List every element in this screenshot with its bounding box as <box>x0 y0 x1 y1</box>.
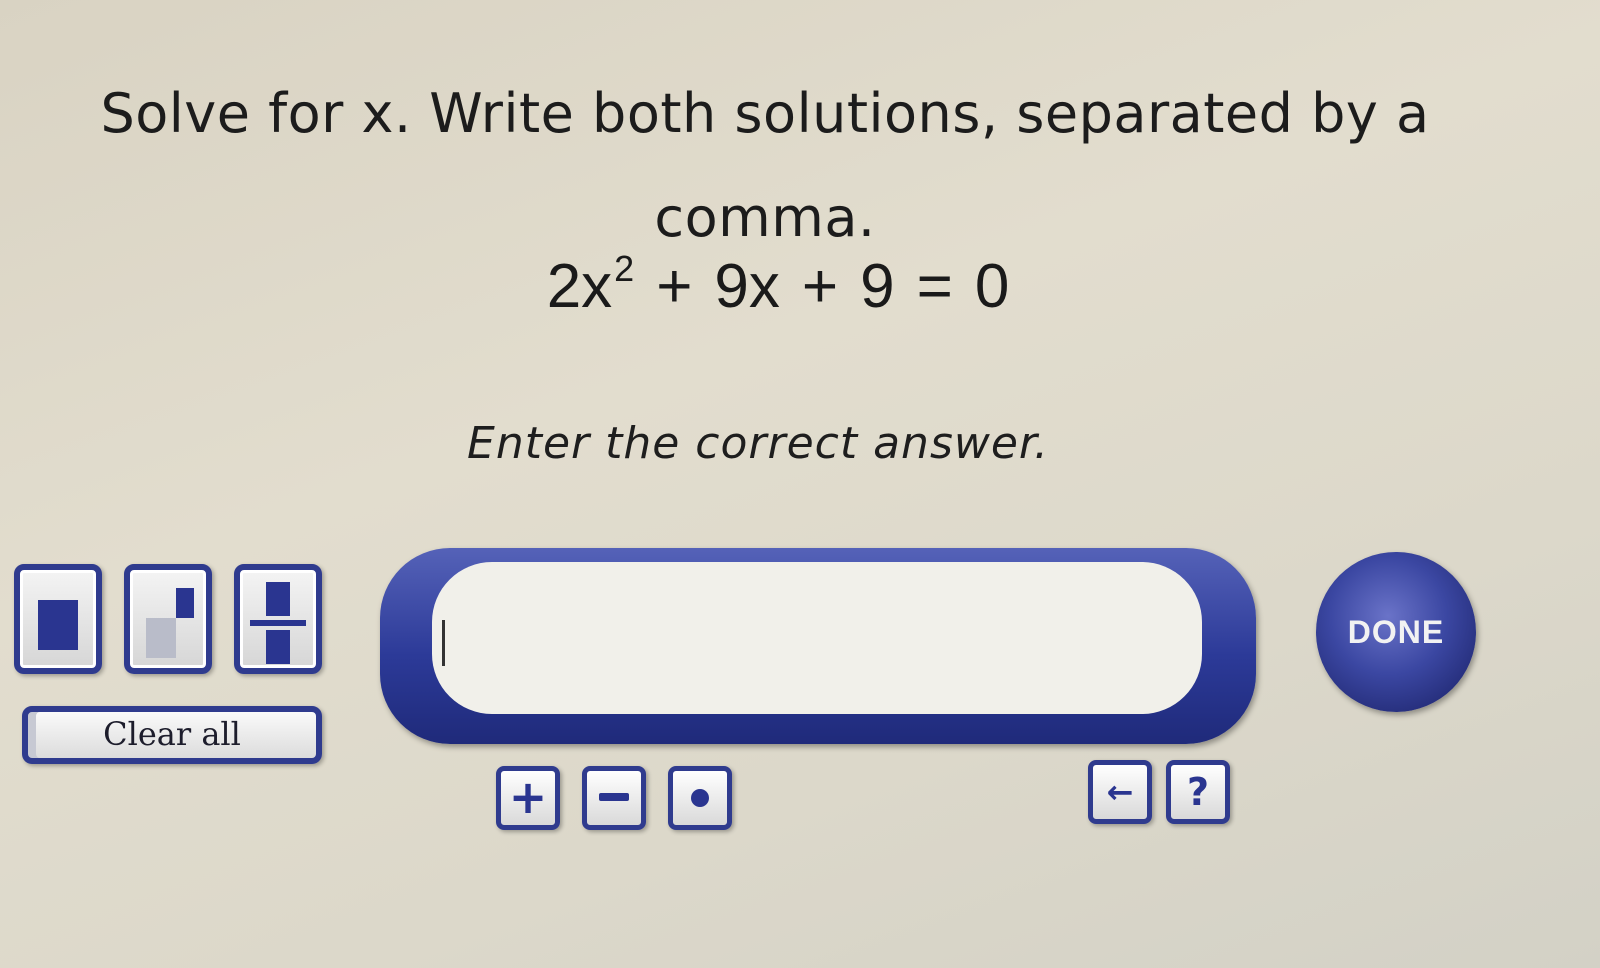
fraction-denominator-icon <box>266 630 290 664</box>
exponent-template-button[interactable] <box>124 564 212 674</box>
exponent-base-icon <box>146 618 176 658</box>
minus-key-button[interactable] <box>582 766 646 830</box>
box-template-button[interactable] <box>14 564 102 674</box>
equation-term-2: 9x <box>714 252 780 321</box>
fraction-template-button[interactable] <box>234 564 322 674</box>
backspace-key-button[interactable]: ← <box>1088 760 1152 824</box>
equation-plus-2: + <box>801 252 839 321</box>
equation-term-3: 9 <box>860 252 895 321</box>
dot-icon <box>691 789 709 807</box>
question-text: Solve for x. Write both solutions, separ… <box>60 62 1470 270</box>
help-key-button[interactable]: ? <box>1166 760 1230 824</box>
decimal-point-key-button[interactable] <box>668 766 732 830</box>
box-template-icon <box>38 600 78 650</box>
text-caret <box>442 620 445 666</box>
equation: 2x2 +9x +9 = 0 <box>0 248 1556 322</box>
clear-all-button[interactable]: Clear all <box>22 706 322 764</box>
question-line-1: Solve for x. Write both solutions, separ… <box>100 82 1430 145</box>
equation-term-1: 2x <box>546 252 613 321</box>
answer-input[interactable] <box>432 562 1202 714</box>
instruction-text: Enter the correct answer. <box>467 418 1049 469</box>
fraction-bar-icon <box>250 620 306 626</box>
equation-exponent: 2 <box>614 248 635 289</box>
minus-icon <box>599 793 629 801</box>
answer-field-frame <box>380 548 1256 744</box>
fraction-numerator-icon <box>266 582 290 616</box>
done-button[interactable]: DONE <box>1316 552 1476 712</box>
equation-plus-1: + <box>656 252 693 321</box>
plus-key-button[interactable]: + <box>496 766 560 830</box>
exponent-superscript-icon <box>176 588 194 618</box>
equation-equals: = <box>916 252 953 321</box>
equation-rhs: 0 <box>974 252 1010 321</box>
